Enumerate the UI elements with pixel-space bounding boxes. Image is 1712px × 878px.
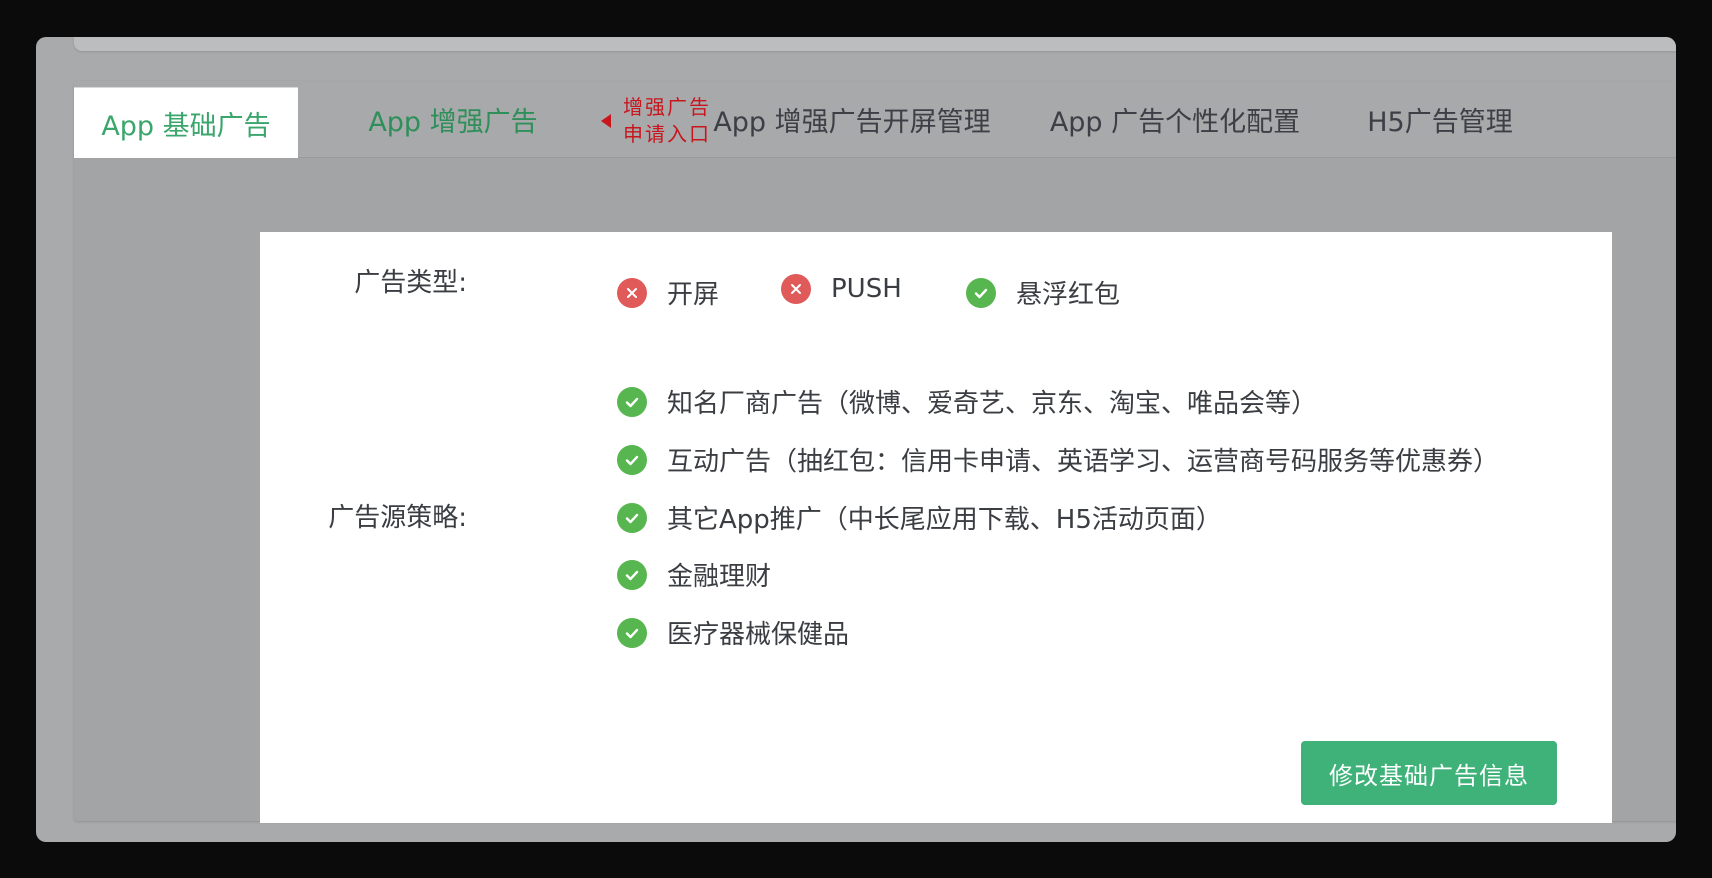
ad-source-item: 知名厂商广告（微博、爱奇艺、京东、淘宝、唯品会等） xyxy=(617,383,1317,420)
ad-type-push: PUSH xyxy=(781,274,902,304)
annotation-line-2: 申请入口 xyxy=(623,122,711,146)
annotation-line-1: 增强广告 xyxy=(623,95,711,119)
ad-type-splash: 开屏 xyxy=(617,274,719,311)
ad-types-label: 广告类型: xyxy=(354,268,467,298)
top-bar-strip xyxy=(74,37,1676,51)
ad-type-label: PUSH xyxy=(831,274,902,304)
check-circle-icon xyxy=(617,617,647,648)
annotation-arrow-icon xyxy=(601,114,611,128)
ad-source-label: 互动广告（抽红包：信用卡申请、英语学习、运营商号码服务等优惠券） xyxy=(667,447,1500,477)
basic-ads-card: 广告类型: 开屏 PUSH 悬浮红包 广告源策略: 知名厂商广告（微博、爱奇艺、… xyxy=(260,232,1612,823)
ad-type-floating-red-packet: 悬浮红包 xyxy=(966,274,1120,311)
ad-source-label: 金融理财 xyxy=(667,562,772,592)
tab-bar: App 基础广告 App 增强广告 App 增强广告开屏管理 App 广告个性化… xyxy=(74,81,1676,158)
app-window: App 基础广告 App 增强广告 App 增强广告开屏管理 App 广告个性化… xyxy=(36,37,1676,842)
check-circle-icon xyxy=(617,386,647,417)
x-circle-icon xyxy=(781,274,811,304)
tab-h5-ad-management[interactable]: H5广告管理 xyxy=(1350,81,1530,157)
edit-basic-ads-button[interactable]: 修改基础广告信息 xyxy=(1301,741,1557,805)
tab-app-enhanced-splash-management[interactable]: App 增强广告开屏管理 xyxy=(702,81,1002,157)
check-circle-icon xyxy=(617,444,647,475)
check-circle-icon xyxy=(617,502,647,533)
tab-app-basic-ads[interactable]: App 基础广告 xyxy=(74,87,298,158)
check-circle-icon xyxy=(966,277,996,308)
ad-source-item: 互动广告（抽红包：信用卡申请、英语学习、运营商号码服务等优惠券） xyxy=(617,441,1499,478)
ad-source-label: 知名厂商广告（微博、爱奇艺、京东、淘宝、唯品会等） xyxy=(667,389,1318,419)
x-circle-icon xyxy=(617,277,647,308)
ad-source-item: 其它App推广（中长尾应用下载、H5活动页面） xyxy=(617,499,1222,536)
ad-type-label: 开屏 xyxy=(667,280,720,310)
check-circle-icon xyxy=(617,559,647,590)
enhanced-ads-annotation: 增强广告 申请入口 xyxy=(601,93,711,149)
tab-app-ad-personalization[interactable]: App 广告个性化配置 xyxy=(1040,81,1310,157)
tab-app-enhanced-ads[interactable]: App 增强广告 xyxy=(328,81,578,157)
ad-source-item: 医疗器械保健品 xyxy=(617,614,849,651)
ad-type-label: 悬浮红包 xyxy=(1016,280,1121,310)
ad-sources-label: 广告源策略: xyxy=(328,503,467,533)
ad-source-item: 金融理财 xyxy=(617,556,771,593)
ad-source-label: 其它App推广（中长尾应用下载、H5活动页面） xyxy=(667,505,1222,535)
ad-source-label: 医疗器械保健品 xyxy=(667,620,850,650)
ad-settings-panel: App 基础广告 App 增强广告 App 增强广告开屏管理 App 广告个性化… xyxy=(74,81,1676,823)
